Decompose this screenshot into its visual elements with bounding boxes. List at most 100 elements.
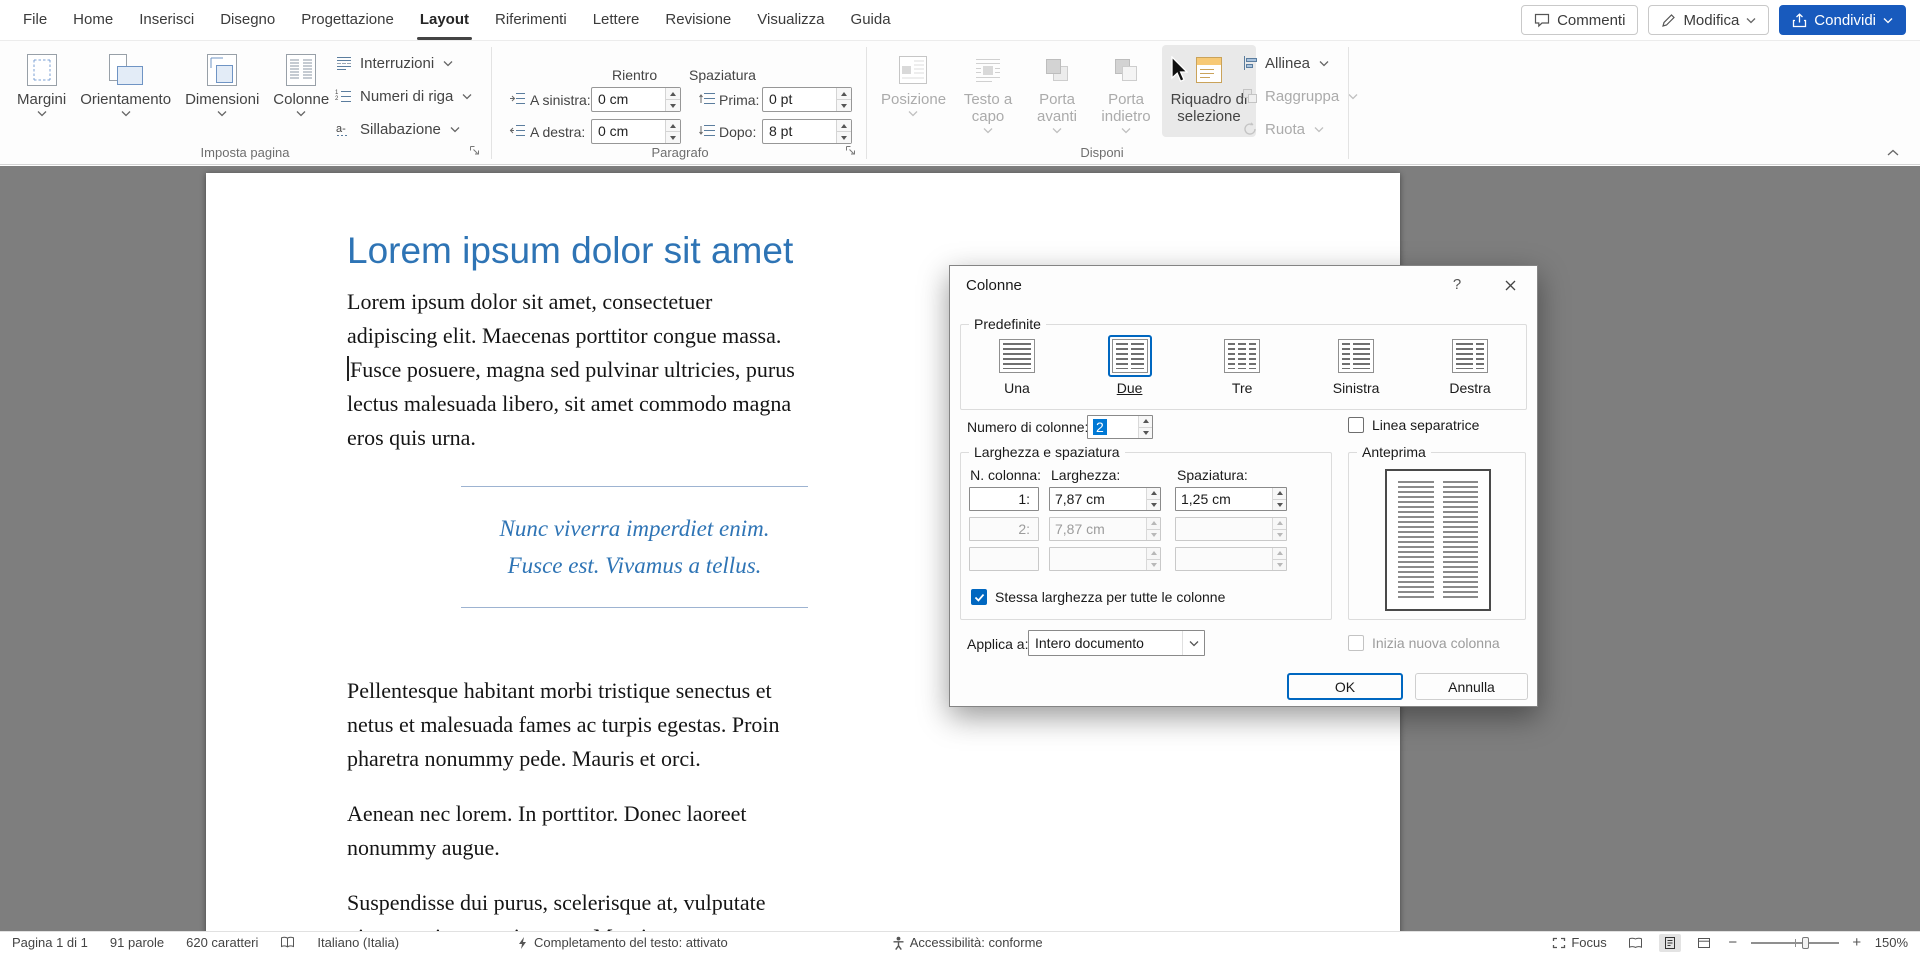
spin-down-icon[interactable] xyxy=(666,131,680,143)
tab-lettere[interactable]: Lettere xyxy=(580,0,653,40)
close-button[interactable] xyxy=(1498,274,1522,296)
zoom-slider[interactable] xyxy=(1751,942,1839,944)
editing-mode-button[interactable]: Modifica xyxy=(1648,5,1769,35)
preset-tre-label: Tre xyxy=(1232,380,1252,396)
tab-revisione[interactable]: Revisione xyxy=(652,0,744,40)
quote-line: Nunc viverra imperdiet enim. xyxy=(461,510,808,547)
preset-tre[interactable]: Tre xyxy=(1220,335,1264,396)
paragraph-dialog-launcher[interactable] xyxy=(844,144,858,158)
document-heading[interactable]: Lorem ipsum dolor sit amet xyxy=(347,229,922,273)
share-button[interactable]: Condividi xyxy=(1779,5,1906,35)
document-line[interactable]: pharetra nonummy pede. Mauris et orci. xyxy=(347,742,922,776)
spin-down-icon[interactable] xyxy=(666,99,680,111)
bring-forward-icon xyxy=(1042,51,1072,89)
indent-left-field[interactable]: 0 cm xyxy=(591,87,681,112)
document-line[interactable]: eros quis urna. xyxy=(347,421,922,455)
size-button[interactable]: Dimensioni xyxy=(178,45,266,120)
spin-down-icon[interactable] xyxy=(1139,427,1152,439)
document-line[interactable]: Suspendisse dui purus, scelerisque at, v… xyxy=(347,886,922,920)
spin-up-icon[interactable] xyxy=(1139,416,1152,427)
comments-button[interactable]: Commenti xyxy=(1521,5,1638,35)
spacing-after-field[interactable]: 8 pt xyxy=(762,119,852,144)
spin-down-icon[interactable] xyxy=(1273,499,1286,511)
apply-to-dropdown[interactable]: Intero documento xyxy=(1028,630,1205,656)
hyphenation-label: Sillabazione xyxy=(360,121,441,138)
indent-right-field[interactable]: 0 cm xyxy=(591,119,681,144)
preset-una[interactable]: Una xyxy=(995,335,1039,396)
document-line[interactable]: vitae, pretium mattis, nunc. Mauris eget… xyxy=(347,920,922,931)
document-line[interactable]: netus et malesuada fames ac turpis egest… xyxy=(347,708,922,742)
preset-due[interactable]: Due xyxy=(1108,335,1152,396)
paragraph-group-label: Paragrafo xyxy=(500,145,860,160)
tab-home[interactable]: Home xyxy=(60,0,126,40)
line-between-checkbox[interactable]: Linea separatrice xyxy=(1348,417,1479,433)
collapse-ribbon-button[interactable] xyxy=(1882,144,1904,160)
spin-up-icon[interactable] xyxy=(666,88,680,99)
column-1-width-field[interactable]: 7,87 cm xyxy=(1049,487,1161,511)
orientation-button[interactable]: Orientamento xyxy=(73,45,178,120)
column-1-spacing-field[interactable]: 1,25 cm xyxy=(1175,487,1287,511)
preset-sinistra[interactable]: Sinistra xyxy=(1333,335,1380,396)
document-line[interactable]: adipiscing elit. Maecenas porttitor cong… xyxy=(347,319,922,353)
margins-button[interactable]: Margini xyxy=(10,45,73,120)
spin-up-icon[interactable] xyxy=(837,88,851,99)
spin-down-icon[interactable] xyxy=(837,99,851,111)
spin-down-icon[interactable] xyxy=(1147,499,1160,511)
number-of-columns-field[interactable]: 2 xyxy=(1087,415,1153,439)
tab-file[interactable]: File xyxy=(10,0,60,40)
char-count-status[interactable]: 620 caratteri xyxy=(186,935,258,950)
tab-disegno[interactable]: Disegno xyxy=(207,0,288,40)
columns-button[interactable]: Colonne xyxy=(266,45,336,120)
zoom-in-button[interactable]: + xyxy=(1851,934,1863,951)
align-label: Allinea xyxy=(1265,55,1310,72)
language-status[interactable]: Italiano (Italia) xyxy=(317,935,399,950)
tab-layout[interactable]: Layout xyxy=(407,0,482,40)
tab-inserisci[interactable]: Inserisci xyxy=(126,0,207,40)
spin-up-icon[interactable] xyxy=(1273,488,1286,499)
spacing-before-field[interactable]: 0 pt xyxy=(762,87,852,112)
proofing-status[interactable] xyxy=(280,936,295,949)
read-mode-button[interactable] xyxy=(1625,934,1647,952)
chevron-down-icon xyxy=(1121,127,1131,134)
print-layout-button[interactable] xyxy=(1659,934,1681,952)
help-button[interactable]: ? xyxy=(1448,276,1466,293)
spin-up-icon[interactable] xyxy=(837,120,851,131)
document-line[interactable]: nonummy augue. xyxy=(347,831,922,865)
tab-visualizza[interactable]: Visualizza xyxy=(744,0,837,40)
zoom-level[interactable]: 150% xyxy=(1875,935,1908,950)
tab-guida[interactable]: Guida xyxy=(838,0,904,40)
document-line[interactable]: Lorem ipsum dolor sit amet, consectetuer xyxy=(347,285,922,319)
line-numbers-button[interactable]: 12 Numeri di riga xyxy=(331,84,476,108)
web-layout-button[interactable] xyxy=(1693,934,1715,952)
page-setup-dialog-launcher[interactable] xyxy=(468,144,482,158)
quote-block[interactable]: Nunc viverra imperdiet enim. Fusce est. … xyxy=(461,486,808,608)
align-button[interactable]: Allinea xyxy=(1238,51,1362,75)
focus-mode-button[interactable]: Focus xyxy=(1552,935,1606,950)
tab-riferimenti[interactable]: Riferimenti xyxy=(482,0,580,40)
document-line[interactable]: Fusce posuere, magna sed pulvinar ultric… xyxy=(347,353,922,387)
hyphenation-button[interactable]: a- Sillabazione xyxy=(331,117,476,141)
spin-up-icon[interactable] xyxy=(1147,488,1160,499)
page-number-status[interactable]: Pagina 1 di 1 xyxy=(12,935,88,950)
cancel-button[interactable]: Annulla xyxy=(1415,673,1528,700)
preset-destra[interactable]: Destra xyxy=(1448,335,1492,396)
accessibility-status[interactable]: Accessibilità: conforme xyxy=(892,935,1043,950)
spin-down-icon[interactable] xyxy=(837,131,851,143)
document-line[interactable]: lectus malesuada libero, sit amet commod… xyxy=(347,387,922,421)
zoom-out-button[interactable]: − xyxy=(1727,934,1739,951)
group-objects-icon xyxy=(1242,88,1258,104)
breaks-button[interactable]: Interruzioni xyxy=(331,51,476,75)
document-line[interactable]: Pellentesque habitant morbi tristique se… xyxy=(347,674,922,708)
text-prediction-status[interactable]: Completamento del testo: attivato xyxy=(517,935,728,950)
apply-to-label: Applica a: xyxy=(967,636,1028,652)
zoom-slider-thumb[interactable] xyxy=(1802,937,1809,949)
tab-progettazione[interactable]: Progettazione xyxy=(288,0,407,40)
spin-up-icon[interactable] xyxy=(666,120,680,131)
checkbox-checked-icon xyxy=(971,589,987,605)
equal-column-width-checkbox[interactable]: Stessa larghezza per tutte le colonne xyxy=(971,589,1225,605)
word-count-status[interactable]: 91 parole xyxy=(110,935,164,950)
text-prediction-label: Completamento del testo: attivato xyxy=(534,935,728,950)
document-line[interactable]: Aenean nec lorem. In porttitor. Donec la… xyxy=(347,797,922,831)
page-setup-small-buttons: Interruzioni 12 Numeri di riga a- Sillab… xyxy=(331,51,476,141)
ok-button[interactable]: OK xyxy=(1287,673,1403,700)
